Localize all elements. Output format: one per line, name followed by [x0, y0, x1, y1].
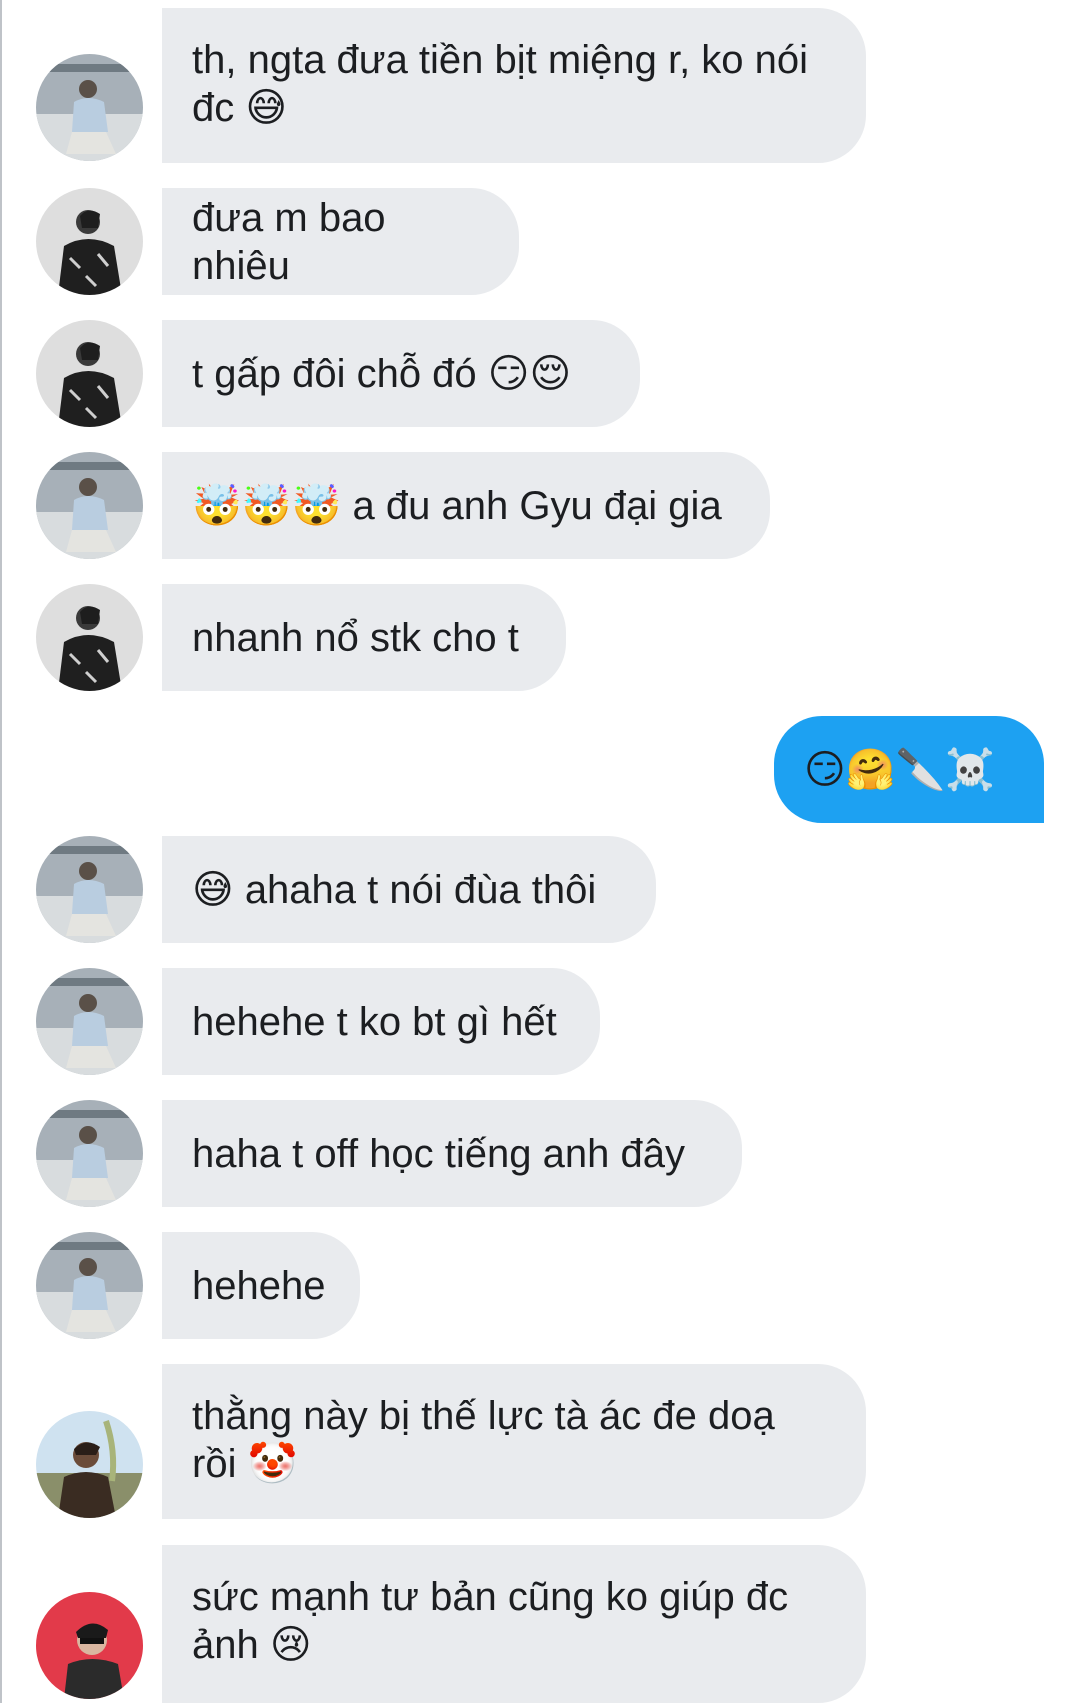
- message-bubble: sức mạnh tư bản cũng ko giúp đc ảnh 😢: [162, 1545, 866, 1703]
- avatar[interactable]: [36, 584, 143, 691]
- message-bubble: haha t off học tiếng anh đây: [162, 1100, 742, 1207]
- message-bubble: đưa m bao nhiêu: [162, 188, 519, 295]
- avatar[interactable]: [36, 836, 143, 943]
- message-bubble: hehehe t ko bt gì hết: [162, 968, 600, 1075]
- message-bubble: thằng này bị thế lực tà ác đe doạ rồi 🤡: [162, 1364, 866, 1519]
- message-bubble: nhanh nổ stk cho t: [162, 584, 566, 691]
- avatar[interactable]: [36, 54, 143, 161]
- avatar[interactable]: [36, 1232, 143, 1339]
- message-bubble: th, ngta đưa tiền bịt miệng r, ko nói đc…: [162, 8, 866, 163]
- window-left-edge: [0, 0, 2, 1703]
- message-bubble-outgoing: 😏🤗🔪☠️: [774, 716, 1044, 823]
- avatar[interactable]: [36, 1592, 143, 1699]
- message-bubble: 😅 ahaha t nói đùa thôi: [162, 836, 656, 943]
- avatar[interactable]: [36, 1100, 143, 1207]
- message-bubble: t gấp đôi chỗ đó 😏😌: [162, 320, 640, 427]
- message-bubble: hehehe: [162, 1232, 360, 1339]
- message-bubble: 🤯🤯🤯 a đu anh Gyu đại gia: [162, 452, 770, 559]
- avatar[interactable]: [36, 188, 143, 295]
- avatar[interactable]: [36, 452, 143, 559]
- avatar[interactable]: [36, 1411, 143, 1518]
- avatar[interactable]: [36, 968, 143, 1075]
- avatar[interactable]: [36, 320, 143, 427]
